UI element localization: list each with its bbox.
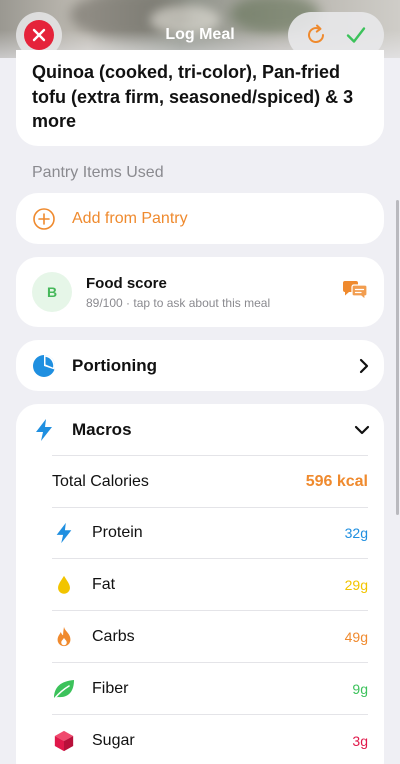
pantry-section-label: Pantry Items Used: [32, 164, 164, 181]
total-calories-label: Total Calories: [52, 472, 149, 490]
macro-value: 9g: [352, 680, 368, 697]
macro-name: Carbs: [92, 627, 135, 645]
refresh-button[interactable]: [300, 19, 332, 51]
cube-icon: [52, 729, 76, 753]
macro-name: Fat: [92, 575, 116, 593]
food-score-title: Food score: [86, 274, 167, 292]
macro-row-carbs: Carbs 49g: [52, 611, 368, 662]
drop-icon: [52, 573, 76, 597]
add-from-pantry-label: Add from Pantry: [72, 209, 188, 227]
bolt-icon: [36, 418, 52, 441]
macro-row-sugar: Sugar 3g: [52, 715, 368, 764]
macros-card: Macros Total Calories 596 kcal Protein 3…: [16, 404, 384, 764]
pie-chart-icon: [33, 354, 56, 377]
macro-name: Fiber: [92, 679, 129, 697]
leaf-icon: [52, 677, 76, 701]
macro-name: Protein: [92, 523, 143, 541]
refresh-icon: [308, 24, 325, 44]
food-score-subtitle: 89/100 · tap to ask about this meal: [86, 295, 271, 310]
flame-icon: [52, 625, 76, 649]
meal-title-card: Quinoa (cooked, tri-color), Pan-fried to…: [16, 50, 384, 146]
portioning-label: Portioning: [72, 355, 157, 375]
add-from-pantry-button[interactable]: Add from Pantry: [16, 193, 384, 244]
total-calories-row: Total Calories 596 kcal: [52, 456, 368, 507]
portioning-row[interactable]: Portioning: [16, 340, 384, 391]
confirm-button[interactable]: [340, 19, 372, 51]
macros-header[interactable]: Macros: [16, 404, 384, 455]
plus-circle-icon: [33, 207, 55, 230]
bolt-icon: [52, 521, 76, 545]
chat-bubble-icon[interactable]: [342, 281, 368, 303]
macro-name: Sugar: [92, 731, 135, 749]
food-score-grade-badge: B: [32, 272, 72, 312]
macro-row-fiber: Fiber 9g: [52, 663, 368, 714]
macro-value: 49g: [344, 628, 368, 645]
macro-value: 3g: [352, 732, 368, 749]
total-calories-value: 596 kcal: [305, 472, 368, 490]
chevron-down-icon: [354, 425, 370, 434]
scrollbar[interactable]: [396, 200, 399, 515]
checkmark-icon: [346, 27, 366, 43]
meal-title: Quinoa (cooked, tri-color), Pan-fried to…: [32, 62, 354, 131]
food-score-card[interactable]: B Food score 89/100 · tap to ask about t…: [16, 257, 384, 327]
macro-row-fat: Fat 29g: [52, 559, 368, 610]
macro-value: 32g: [344, 524, 368, 541]
macro-value: 29g: [344, 576, 368, 593]
chevron-right-icon: [359, 358, 369, 373]
macro-row-protein: Protein 32g: [52, 507, 368, 558]
macros-label: Macros: [72, 419, 132, 439]
